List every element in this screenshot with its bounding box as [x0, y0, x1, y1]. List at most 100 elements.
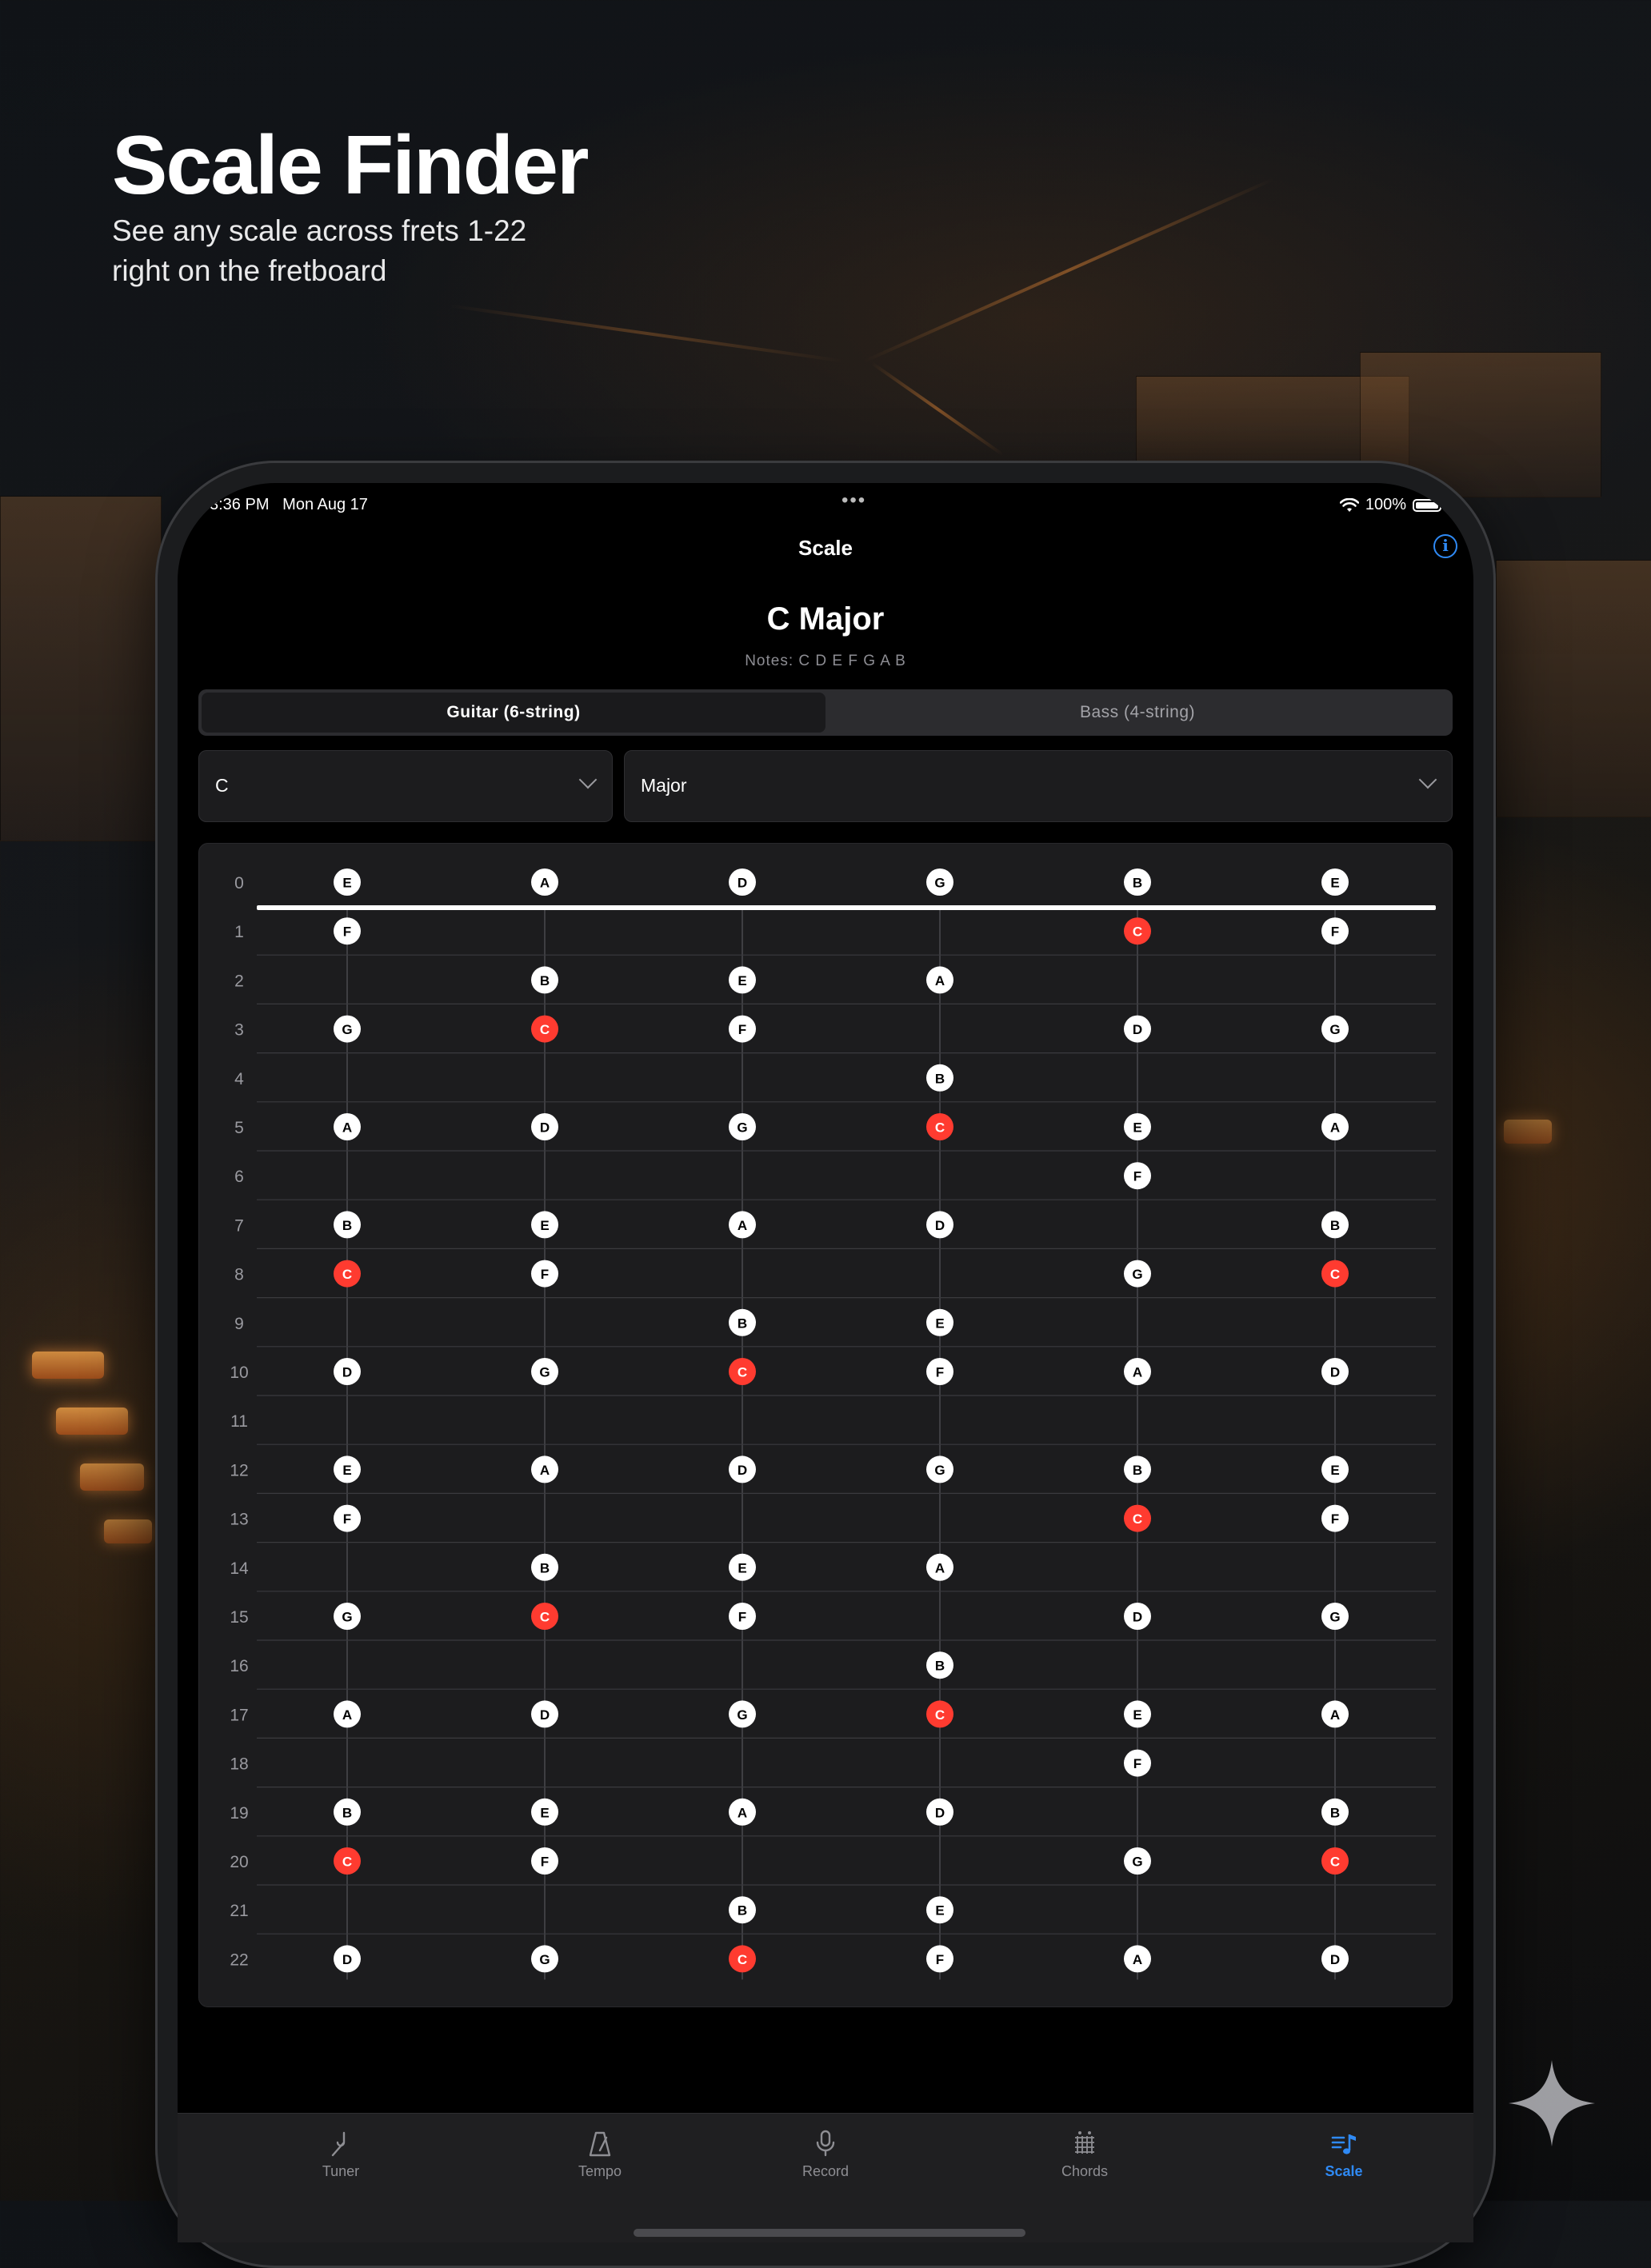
note-label: B: [1330, 1218, 1340, 1233]
note-label: B: [935, 1071, 945, 1086]
note-label: G: [1329, 1022, 1340, 1037]
fret-number: 15: [230, 1608, 248, 1627]
status-clock: 3:36 PM: [210, 496, 270, 513]
root-note-dropdown[interactable]: C: [198, 750, 613, 822]
status-indicators: 100%: [1339, 496, 1441, 514]
ceiling-light-strip: [447, 304, 845, 363]
note-label: B: [342, 1805, 352, 1820]
note-label: D: [738, 1463, 747, 1478]
status-time: 3:36 PM Mon Aug 17: [210, 496, 368, 514]
fret-number: 7: [234, 1216, 244, 1235]
fret-number: 22: [230, 1951, 248, 1969]
chevron-down-icon: [1418, 770, 1437, 789]
note-label: F: [936, 1952, 944, 1967]
info-circle-icon[interactable]: i: [1433, 534, 1457, 558]
tab-tempo[interactable]: Tempo: [512, 2114, 688, 2194]
note-label: E: [935, 1903, 944, 1919]
note-label: E: [540, 1218, 549, 1233]
note-label: G: [737, 1707, 747, 1723]
note-label: C: [1133, 1511, 1142, 1527]
note-label: D: [1330, 1952, 1340, 1967]
note-label: G: [1132, 1855, 1142, 1870]
nav-title: Scale: [798, 536, 853, 560]
fret-number: 18: [230, 1755, 248, 1774]
marketing-title: Scale Finder: [112, 119, 589, 212]
scale-type-dropdown[interactable]: Major: [624, 750, 1453, 822]
app-screen: 3:36 PM Mon Aug 17 ••• 100% Scale i C Ma…: [178, 483, 1473, 2242]
fret-number: 2: [234, 972, 244, 990]
root-note-value: C: [215, 775, 229, 796]
note-label: A: [738, 1805, 747, 1820]
note-label: E: [738, 1560, 746, 1575]
segment-bass[interactable]: Bass (4-string): [826, 693, 1449, 733]
tab-tuner[interactable]: Tuner: [253, 2114, 429, 2194]
note-label: D: [1133, 1022, 1142, 1037]
note-label: F: [1133, 1756, 1141, 1771]
home-indicator[interactable]: [634, 2229, 1025, 2237]
note-label: A: [738, 1218, 747, 1233]
tab-bar: Tuner Tempo Record Chords Scale: [178, 2113, 1473, 2242]
multitasking-dots-icon[interactable]: •••: [841, 489, 866, 512]
fret-number: 6: [234, 1168, 244, 1186]
status-bar: 3:36 PM Mon Aug 17 ••• 100%: [210, 489, 1441, 521]
note-label: C: [540, 1022, 550, 1037]
marketing-subtitle: See any scale across frets 1-22 right on…: [112, 211, 672, 291]
note-label: B: [1330, 1805, 1340, 1820]
ceiling-light-strip: [870, 361, 1004, 457]
tab-record[interactable]: Record: [738, 2114, 913, 2194]
note-label: B: [738, 1316, 747, 1331]
note-label: F: [1331, 1511, 1339, 1527]
tab-tuner-label: Tuner: [322, 2163, 360, 2179]
tab-chords-label: Chords: [1061, 2163, 1109, 2179]
acoustic-panel: [0, 496, 162, 841]
scale-notes: Notes: C D E F G A B: [745, 653, 906, 669]
fret-number: 16: [230, 1657, 248, 1675]
note-label: C: [935, 1120, 945, 1136]
note-label: F: [541, 1267, 549, 1282]
fret-number: 8: [234, 1266, 244, 1284]
note-label: G: [737, 1120, 747, 1136]
note-label: C: [1133, 924, 1142, 940]
fret-number: 0: [234, 874, 244, 892]
note-label: E: [738, 973, 746, 988]
note-label: E: [342, 1463, 351, 1478]
marketing-subtitle-line2: right on the fretboard: [112, 254, 387, 287]
note-label: F: [1331, 924, 1339, 940]
note-label: A: [1133, 1952, 1142, 1967]
note-label: C: [738, 1952, 747, 1967]
note-label: E: [1330, 1463, 1339, 1478]
note-label: F: [343, 1511, 351, 1527]
tab-scale[interactable]: Scale: [1256, 2114, 1432, 2194]
fret-number: 9: [234, 1315, 244, 1333]
note-label: C: [540, 1610, 550, 1625]
marketing-subtitle-line1: See any scale across frets 1-22: [112, 214, 527, 247]
note-label: A: [935, 1560, 945, 1575]
note-label: B: [1133, 876, 1142, 891]
note-label: C: [935, 1707, 945, 1723]
note-label: G: [342, 1610, 352, 1625]
tab-scale-label: Scale: [1325, 2163, 1363, 2179]
fretboard-diagram: 0 E A D G B E 1 F C F 2 B E A 3 G C F D G 4 B 5 A D G C E A 6 F 7 B E A D B 8 C…: [230, 868, 1436, 1980]
note-label: D: [1330, 1365, 1340, 1380]
note-label: B: [342, 1218, 352, 1233]
note-label: G: [934, 1463, 945, 1478]
note-label: G: [1132, 1267, 1142, 1282]
fret-number: 13: [230, 1511, 248, 1529]
note-label: G: [934, 876, 945, 891]
note-label: G: [342, 1022, 352, 1037]
console-meter-light: [56, 1408, 128, 1435]
amp-light: [1504, 1120, 1552, 1144]
note-label: B: [1133, 1463, 1142, 1478]
wifi-icon: [1339, 497, 1359, 512]
fret-number: 17: [230, 1706, 248, 1724]
note-label: B: [540, 973, 550, 988]
note-label: F: [936, 1365, 944, 1380]
segment-guitar[interactable]: Guitar (6-string): [202, 693, 826, 733]
tab-chords[interactable]: Chords: [997, 2114, 1173, 2194]
fret-number: 4: [234, 1070, 244, 1088]
ceiling-light-strip: [863, 178, 1274, 363]
note-label: C: [1330, 1855, 1340, 1870]
tab-record-label: Record: [802, 2163, 849, 2179]
music-note-list-icon: [1331, 2134, 1356, 2154]
note-label: E: [1133, 1120, 1141, 1136]
